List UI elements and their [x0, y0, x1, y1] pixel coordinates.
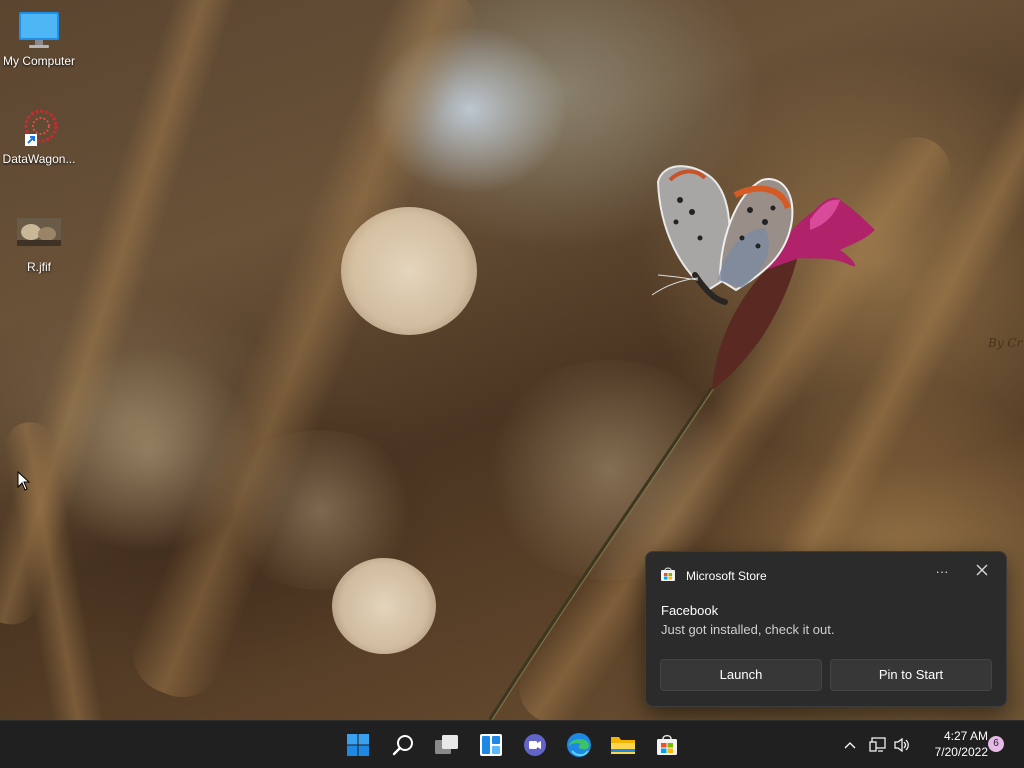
- wallpaper-signature: By Cr: [988, 336, 1023, 350]
- volume-icon: [894, 737, 909, 753]
- start-icon: [347, 734, 369, 756]
- toast-app-name: Microsoft Store: [686, 568, 767, 583]
- close-icon: [976, 564, 988, 576]
- desktop-icon-my-computer[interactable]: My Computer: [0, 10, 78, 68]
- desktop-icon-r-jfif[interactable]: R.jfif: [0, 216, 78, 274]
- datawagon-shortcut-icon: [17, 108, 61, 148]
- image-file-icon: [17, 216, 61, 256]
- edge-button[interactable]: [563, 729, 595, 761]
- start-button[interactable]: [342, 729, 374, 761]
- teams-chat-icon: [524, 734, 546, 756]
- widgets-button[interactable]: [475, 729, 507, 761]
- notification-toast[interactable]: Microsoft Store ··· Facebook Just got in…: [645, 551, 1007, 707]
- taskbar: 4:27 AM 7/20/2022: [0, 720, 1024, 768]
- clock-time: 4:27 AM: [943, 729, 988, 743]
- toast-more-options-button[interactable]: ···: [933, 562, 951, 582]
- search-button[interactable]: [387, 729, 419, 761]
- desktop-icon-label: My Computer: [2, 54, 76, 68]
- network-icon: [869, 737, 886, 752]
- pin-to-start-button[interactable]: Pin to Start: [830, 659, 992, 691]
- desktop-icon-datawagon[interactable]: DataWagon...: [0, 108, 78, 166]
- clock[interactable]: 4:27 AM 7/20/2022: [918, 728, 988, 760]
- file-explorer-button[interactable]: [607, 729, 639, 761]
- mouse-pointer-icon: [17, 471, 31, 491]
- task-view-button[interactable]: [431, 729, 463, 761]
- show-hidden-icons-button[interactable]: [840, 721, 860, 768]
- teams-chat-button[interactable]: [519, 729, 551, 761]
- toast-header: Microsoft Store: [660, 566, 767, 585]
- desktop-icon-label: R.jfif: [27, 260, 51, 274]
- launch-button[interactable]: Launch: [660, 659, 822, 691]
- microsoft-store-button[interactable]: [651, 729, 683, 761]
- toast-message: Just got installed, check it out.: [661, 622, 835, 637]
- search-icon: [392, 735, 413, 756]
- file-explorer-icon: [611, 737, 635, 754]
- notification-count-badge[interactable]: 6: [988, 736, 1004, 752]
- microsoft-store-icon: [660, 566, 676, 585]
- toast-title: Facebook: [661, 603, 719, 618]
- microsoft-store-icon: [657, 734, 677, 755]
- clock-date: 7/20/2022: [934, 745, 988, 759]
- widgets-icon: [480, 734, 502, 756]
- toast-close-button[interactable]: [973, 562, 991, 582]
- task-view-icon: [435, 735, 458, 754]
- monitor-icon: [17, 10, 61, 50]
- edge-icon: [567, 733, 591, 757]
- desktop-icon-label: DataWagon...: [2, 152, 76, 166]
- volume-button[interactable]: [891, 721, 913, 768]
- chevron-up-icon: [844, 742, 856, 749]
- network-button[interactable]: [866, 721, 890, 768]
